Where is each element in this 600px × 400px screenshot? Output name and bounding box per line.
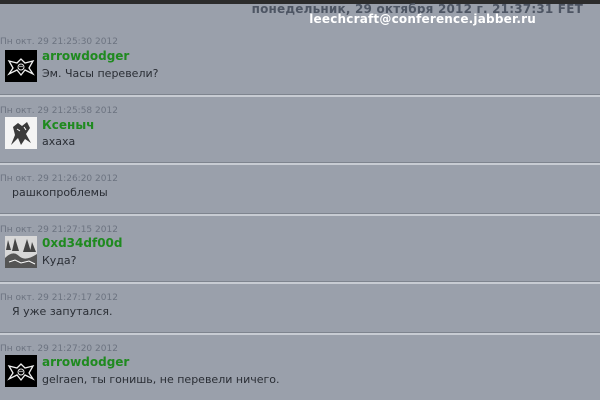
bat-skull-icon [5, 50, 37, 82]
message-timestamp: Пн окт. 29 21:27:20 2012 [0, 344, 118, 354]
message-separator [0, 332, 600, 335]
message-separator [0, 281, 600, 284]
avatar[interactable] [5, 236, 37, 268]
message-nick[interactable]: 0xd34df00d [42, 236, 122, 250]
message-text: рашкопроблемы [12, 186, 108, 199]
bat-skull-icon [5, 355, 37, 387]
message-text: Эм. Часы перевели? [42, 67, 159, 80]
chat-message: Пн окт. 29 21:27:17 2012 Я уже запутался… [0, 293, 600, 333]
chat-message: Пн окт. 29 21:26:20 2012 рашкопроблемы [0, 174, 600, 214]
message-text: Я уже запутался. [12, 305, 113, 318]
message-separator [0, 213, 600, 216]
chat-message: Пн окт. 29 21:27:15 2012 0xd34df00d Куда… [0, 225, 600, 285]
message-timestamp: Пн окт. 29 21:25:30 2012 [0, 37, 118, 47]
creature-sketch-icon [5, 117, 37, 149]
message-timestamp: Пн окт. 29 21:27:17 2012 [0, 293, 118, 303]
message-separator [0, 94, 600, 97]
forest-scene-icon [5, 236, 37, 268]
message-separator [0, 162, 600, 165]
avatar[interactable] [5, 117, 37, 149]
message-timestamp: Пн окт. 29 21:25:58 2012 [0, 106, 118, 116]
chat-message: Пн окт. 29 21:27:20 2012 arrowdodger gel… [0, 344, 600, 400]
message-text: ахаха [42, 135, 76, 148]
message-nick[interactable]: Ксеныч [42, 118, 94, 132]
message-text: Куда? [42, 254, 77, 267]
message-timestamp: Пн окт. 29 21:27:15 2012 [0, 225, 118, 235]
chat-message: Пн окт. 29 21:25:58 2012 Ксеныч ахаха [0, 106, 600, 166]
avatar[interactable] [5, 50, 37, 82]
header-room-jid: leechcraft@conference.jabber.ru [309, 12, 536, 26]
message-text: gelraen, ты гонишь, не перевели ничего. [42, 373, 280, 386]
message-timestamp: Пн окт. 29 21:26:20 2012 [0, 174, 118, 184]
message-nick[interactable]: arrowdodger [42, 49, 129, 63]
message-nick[interactable]: arrowdodger [42, 355, 129, 369]
avatar[interactable] [5, 355, 37, 387]
chat-message: Пн окт. 29 21:25:30 2012 arrowdodger Эм.… [0, 37, 600, 97]
